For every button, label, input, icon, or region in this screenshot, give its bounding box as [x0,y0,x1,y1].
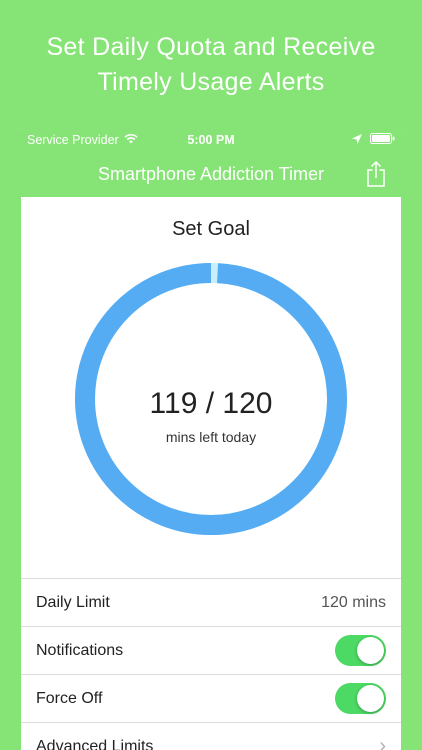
location-arrow-icon [352,133,362,147]
toggle-knob [357,637,384,664]
daily-limit-row[interactable]: Daily Limit 120 mins [21,578,401,626]
notifications-label: Notifications [36,641,124,659]
notifications-toggle[interactable] [335,635,386,666]
force-off-row: Force Off [21,674,401,722]
chevron-right-icon: › [379,735,386,750]
status-right [352,133,395,147]
battery-icon [370,133,395,147]
phone-screen: Service Provider 5:00 PM Smartphone Addi… [21,128,401,750]
status-bar: Service Provider 5:00 PM [21,128,401,152]
notifications-row: Notifications [21,626,401,674]
daily-limit-label: Daily Limit [36,593,110,611]
headline-line-2: Timely Usage Alerts [97,68,325,96]
goal-progress-ring: 119 / 120 mins left today [73,261,349,537]
goal-value: 119 / 120 [149,387,273,420]
headline-line-1: Set Daily Quota and Receive [46,33,376,61]
advanced-limits-label: Advanced Limits [36,737,154,750]
goal-subtitle: mins left today [165,429,257,445]
force-off-toggle[interactable] [335,683,386,714]
headline: Set Daily Quota and Receive Timely Usage… [0,30,422,100]
daily-limit-value: 120 mins [321,593,386,611]
nav-title: Smartphone Addiction Timer [97,164,325,184]
nav-bar: Smartphone Addiction Timer [21,152,401,197]
toggle-knob [357,685,384,712]
share-icon[interactable] [366,160,386,188]
goal-title: Set Goal [172,218,250,240]
advanced-limits-row[interactable]: Advanced Limits › [21,722,401,750]
settings-list: Daily Limit 120 mins Notifications Force… [21,578,401,750]
force-off-label: Force Off [36,689,103,707]
status-time: 5:00 PM [187,133,235,147]
